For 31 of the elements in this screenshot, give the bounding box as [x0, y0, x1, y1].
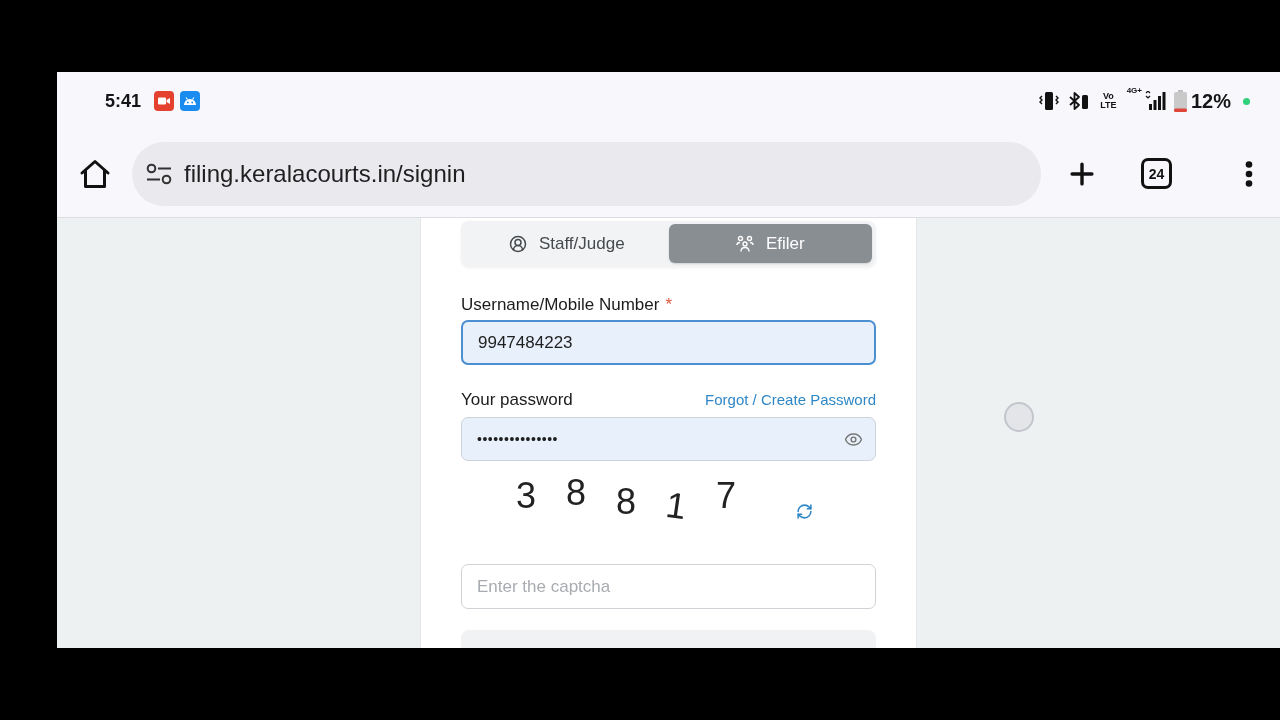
volte-label: LTE — [1100, 101, 1117, 110]
android-icon — [180, 91, 201, 111]
required-mark: * — [665, 295, 673, 315]
site-settings-icon[interactable] — [146, 162, 172, 185]
field-label: Your password — [461, 390, 573, 410]
home-icon[interactable] — [79, 158, 111, 189]
field-label: Username/Mobile Number — [461, 295, 660, 315]
captcha-field[interactable]: Enter the captcha — [461, 564, 876, 609]
login-type-tab[interactable]: Staff/Judge — [465, 224, 669, 263]
battery-percent: 12% — [1190, 89, 1231, 113]
dot-icon — [1243, 97, 1250, 105]
forgot-password-link[interactable]: Forgot / Create Password — [705, 391, 876, 408]
refresh-icon[interactable] — [796, 502, 813, 520]
battery-icon — [1173, 90, 1187, 112]
volte-label: Vo — [1103, 92, 1114, 101]
address-bar[interactable]: filing.keralacourts.in/signin — [132, 141, 1041, 206]
password-field[interactable]: ••••••••••••••• — [461, 417, 876, 461]
captcha-image: 3 8 8 1 7 — [461, 467, 876, 527]
username-field[interactable]: 9947484223 — [461, 320, 876, 365]
menu-icon[interactable] — [1245, 160, 1253, 187]
url-text: filing.keralacourts.in/signin — [184, 159, 466, 188]
bluetooth-icon — [1068, 91, 1091, 111]
touch-indicator-icon — [1004, 402, 1034, 432]
vibrate-icon — [1038, 91, 1061, 111]
signal-icon — [1143, 91, 1166, 111]
tab-switcher-button[interactable]: 24 — [1141, 158, 1172, 189]
user-circle-icon — [508, 234, 527, 253]
people-icon — [735, 234, 754, 253]
status-time: 5:41 — [105, 90, 142, 112]
network-type-label: 4G+ — [1126, 85, 1142, 95]
video-app-icon — [154, 91, 175, 111]
